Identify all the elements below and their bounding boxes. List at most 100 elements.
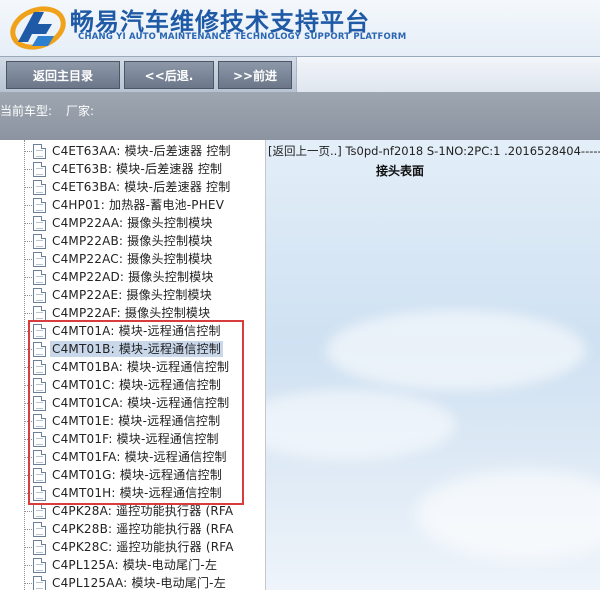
back-button[interactable]: <<后退. xyxy=(124,61,214,89)
tree-item-label[interactable]: C4ET63AA: 模块-后差速器 控制 xyxy=(52,143,231,159)
document-icon xyxy=(33,396,46,411)
document-icon xyxy=(33,216,46,231)
tree-item[interactable]: C4MP22AA: 摄像头控制模块 xyxy=(0,214,265,232)
tree-item[interactable]: C4MT01FA: 模块-远程通信控制 xyxy=(0,448,265,466)
tree-connector-branch xyxy=(24,241,32,242)
tree-connector-branch xyxy=(24,403,32,404)
tree-item-label[interactable]: C4PK28A: 遥控功能执行器 (RFA xyxy=(52,503,233,519)
tree-item-label[interactable]: C4MP22AE: 摄像头控制模块 xyxy=(52,287,212,303)
tree-item-label[interactable]: C4MT01B: 模块-远程通信控制 xyxy=(50,341,223,357)
document-icon xyxy=(33,450,46,465)
tree-connector-branch xyxy=(24,583,32,584)
document-icon xyxy=(33,306,46,321)
tree-connector-branch xyxy=(24,259,32,260)
tree-item[interactable]: C4MP22AE: 摄像头控制模块 xyxy=(0,286,265,304)
tree-item[interactable]: C4PK28B: 遥控功能执行器 (RFA xyxy=(0,520,265,538)
tree-item[interactable]: C4MP22AF: 摄像头控制模块 xyxy=(0,304,265,322)
tree-connector-branch xyxy=(24,457,32,458)
tree-connector-branch xyxy=(24,511,32,512)
tree-connector-branch xyxy=(24,421,32,422)
tree-item[interactable]: C4ET63BA: 模块-后差速器 控制 xyxy=(0,178,265,196)
tree-item[interactable]: C4ET63B: 模块-后差速器 控制 xyxy=(0,160,265,178)
tree-item[interactable]: C4PL125A: 模块-电动尾门-左 xyxy=(0,556,265,574)
document-icon xyxy=(33,576,46,590)
tree-item-label[interactable]: C4MT01A: 模块-远程通信控制 xyxy=(52,323,221,339)
tree-item-label[interactable]: C4MT01G: 模块-远程通信控制 xyxy=(52,467,222,483)
tree-item[interactable]: C4MP22AC: 摄像头控制模块 xyxy=(0,250,265,268)
tree-item-label[interactable]: C4PK28C: 遥控功能执行器 (RFA xyxy=(52,539,234,555)
tree-item-label[interactable]: C4MP22AA: 摄像头控制模块 xyxy=(52,215,213,231)
tree-item-label[interactable]: C4MP22AB: 摄像头控制模块 xyxy=(52,233,213,249)
tree-item[interactable]: C4MT01CA: 模块-远程通信控制 xyxy=(0,394,265,412)
background-cloud xyxy=(326,310,586,390)
document-icon xyxy=(33,378,46,393)
document-icon xyxy=(33,162,46,177)
document-path-link[interactable]: [返回上一页..] Ts0pd-nf2018 S-1NO:2PC:1 .2016… xyxy=(268,143,600,159)
tree-connector-branch xyxy=(24,205,32,206)
tree-item-label[interactable]: C4ET63B: 模块-后差速器 控制 xyxy=(52,161,222,177)
tree-item[interactable]: C4MT01A: 模块-远程通信控制 xyxy=(0,322,265,340)
app-header: 畅易汽车维修技术支持平台 CHANG YI AUTO MAINTENANCE T… xyxy=(0,0,600,56)
tree-item[interactable]: C4MT01H: 模块-远程通信控制 xyxy=(0,484,265,502)
document-icon xyxy=(33,342,46,357)
tree-item[interactable]: C4ET63AA: 模块-后差速器 控制 xyxy=(0,142,265,160)
tree-item-label[interactable]: C4PK28B: 遥控功能执行器 (RFA xyxy=(52,521,234,537)
tree-item-label[interactable]: C4MP22AC: 摄像头控制模块 xyxy=(52,251,213,267)
tree-item-label[interactable]: C4MT01BA: 模块-远程通信控制 xyxy=(52,359,229,375)
tree-item[interactable]: C4MT01F: 模块-远程通信控制 xyxy=(0,430,265,448)
tree-item[interactable]: C4PL125AA: 模块-电动尾门-左 xyxy=(0,574,265,590)
tree-connector-branch xyxy=(24,223,32,224)
tree-item-label[interactable]: C4MT01F: 模块-远程通信控制 xyxy=(52,431,219,447)
tree-item-label[interactable]: C4PL125AA: 模块-电动尾门-左 xyxy=(52,575,226,590)
tree-connector-branch xyxy=(24,565,32,566)
tree-item-label[interactable]: C4MP22AD: 摄像头控制模块 xyxy=(52,269,214,285)
vehicle-info-bar: 当前车型: 厂家: xyxy=(0,92,600,140)
document-icon xyxy=(33,432,46,447)
tree-item[interactable]: C4MP22AB: 摄像头控制模块 xyxy=(0,232,265,250)
tree-connector-branch xyxy=(24,331,32,332)
tree-item-label[interactable]: C4ET63BA: 模块-后差速器 控制 xyxy=(52,179,230,195)
document-icon xyxy=(33,324,46,339)
platform-subtitle: CHANG YI AUTO MAINTENANCE TECHNOLOGY SUP… xyxy=(78,32,407,42)
tree-item[interactable]: C4MT01B: 模块-远程通信控制 xyxy=(0,340,265,358)
forward-button[interactable]: >>前进 xyxy=(218,61,292,89)
tree-item[interactable]: C4MT01C: 模块-远程通信控制 xyxy=(0,376,265,394)
tree-item-label[interactable]: C4MT01H: 模块-远程通信控制 xyxy=(52,485,222,501)
tree-connector-branch xyxy=(24,367,32,368)
document-icon xyxy=(33,414,46,429)
tree-connector-branch xyxy=(24,475,32,476)
tree-connector-branch xyxy=(24,295,32,296)
tree-connector-branch xyxy=(24,313,32,314)
tree-item-label[interactable]: C4MP22AF: 摄像头控制模块 xyxy=(52,305,210,321)
tree-item[interactable]: C4MT01BA: 模块-远程通信控制 xyxy=(0,358,265,376)
tree-item[interactable]: C4PK28C: 遥控功能执行器 (RFA xyxy=(0,538,265,556)
component-tree[interactable]: C4ET63AA: 模块-后差速器 控制 C4ET63B: 模块-后差速器 控制 C… xyxy=(0,140,266,590)
tree-item[interactable]: C4MT01G: 模块-远程通信控制 xyxy=(0,466,265,484)
tree-connector-branch xyxy=(24,349,32,350)
tree-item-label[interactable]: C4MT01FA: 模块-远程通信控制 xyxy=(52,449,227,465)
tree-connector-branch xyxy=(24,277,32,278)
tree-item[interactable]: C4MP22AD: 摄像头控制模块 xyxy=(0,268,265,286)
toolbar: 返回主目录 <<后退. >>前进 xyxy=(0,56,600,93)
toolbar-spacer xyxy=(296,57,600,93)
background-cloud xyxy=(266,390,456,460)
tree-item[interactable]: C4MT01E: 模块-远程通信控制 xyxy=(0,412,265,430)
manufacturer-label: 厂家: xyxy=(66,104,95,118)
background-cloud xyxy=(416,470,600,560)
tree-connector-branch xyxy=(24,529,32,530)
tree-item[interactable]: C4PK28A: 遥控功能执行器 (RFA xyxy=(0,502,265,520)
document-icon xyxy=(33,180,46,195)
tree-item[interactable]: C4HP01: 加热器-蓄电池-PHEV xyxy=(0,196,265,214)
home-button[interactable]: 返回主目录 xyxy=(6,61,120,89)
tree-connector-branch xyxy=(24,151,32,152)
tree-connector-branch xyxy=(24,493,32,494)
tree-item-label[interactable]: C4MT01CA: 模块-远程通信控制 xyxy=(52,395,229,411)
tree-item-label[interactable]: C4PL125A: 模块-电动尾门-左 xyxy=(52,557,217,573)
document-icon xyxy=(33,144,46,159)
document-icon xyxy=(33,540,46,555)
document-icon xyxy=(33,252,46,267)
tree-item-label[interactable]: C4MT01C: 模块-远程通信控制 xyxy=(52,377,221,393)
tree-item-label[interactable]: C4MT01E: 模块-远程通信控制 xyxy=(52,413,220,429)
document-title: 接头表面 xyxy=(376,164,425,178)
tree-item-label[interactable]: C4HP01: 加热器-蓄电池-PHEV xyxy=(52,197,224,213)
